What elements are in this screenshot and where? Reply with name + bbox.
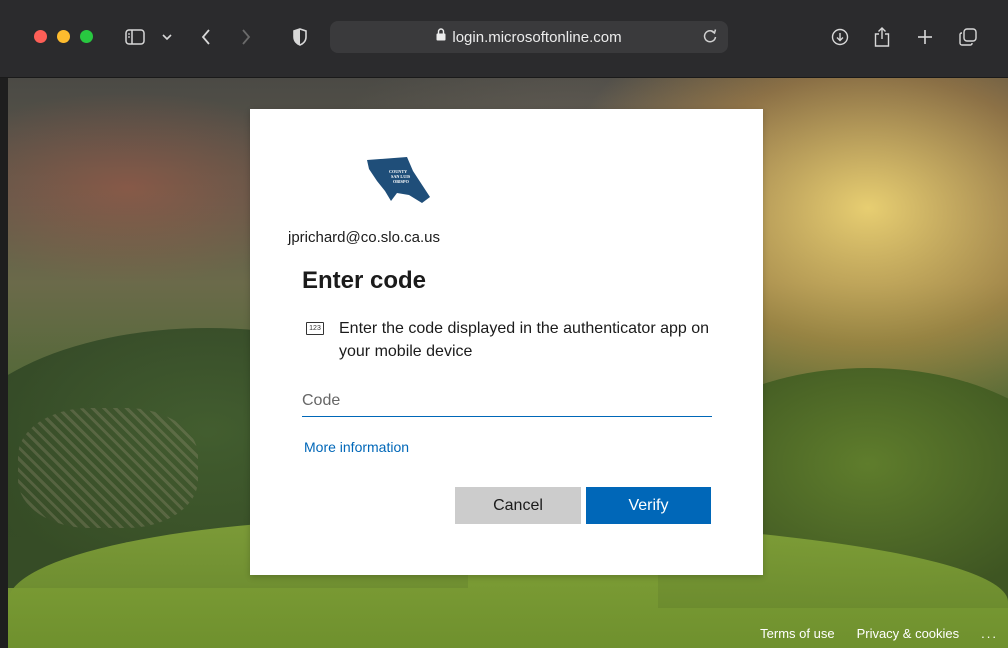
zoom-window-button[interactable] [80,30,93,43]
share-icon[interactable] [872,24,892,50]
more-options-button[interactable]: ... [981,626,998,641]
page-title: Enter code [302,267,427,294]
forward-icon[interactable] [238,24,254,50]
address-bar[interactable]: login.microsoftonline.com [330,21,728,53]
cancel-button[interactable]: Cancel [455,487,581,524]
sign-in-card: COUNTY SAN LUIS OBISPO jprichard@co.slo.… [250,109,763,575]
background-town [18,408,198,528]
code-input[interactable] [302,385,712,417]
reload-icon[interactable] [702,28,718,49]
lock-icon [436,28,446,46]
verify-button[interactable]: Verify [586,487,711,524]
close-window-button[interactable] [34,30,47,43]
back-icon[interactable] [198,24,214,50]
instruction-text: Enter the code displayed in the authenti… [339,320,710,360]
browser-toolbar: login.microsoftonline.com [0,0,1008,78]
tabs-icon[interactable] [958,24,978,50]
terms-link[interactable]: Terms of use [760,626,834,641]
numeric-code-icon: 123 [306,322,324,335]
privacy-link[interactable]: Privacy & cookies [857,626,960,641]
county-logo: COUNTY SAN LUIS OBISPO [367,157,430,203]
sidebar-icon[interactable] [124,24,146,50]
url-text: login.microsoftonline.com [452,28,622,46]
shield-icon[interactable] [292,24,308,50]
account-email: jprichard@co.slo.ca.us [288,229,440,246]
download-icon[interactable] [830,24,850,50]
svg-text:OBISPO: OBISPO [393,179,410,184]
plus-icon[interactable] [915,24,935,50]
page-footer: Terms of use Privacy & cookies ... [760,618,1008,648]
minimize-window-button[interactable] [57,30,70,43]
more-information-link[interactable]: More information [304,439,409,455]
chevron-down-icon[interactable] [160,24,174,50]
